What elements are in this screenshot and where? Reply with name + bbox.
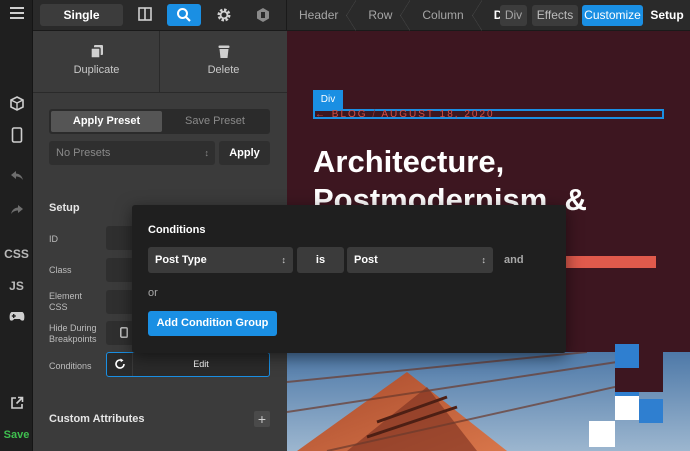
tab-effects[interactable]: Effects: [532, 5, 578, 26]
condition-value-select[interactable]: Post ↕: [347, 247, 493, 273]
search-icon[interactable]: [167, 4, 201, 26]
hide-breakpoints-label-line1: Hide During: [49, 323, 97, 333]
left-rail: CSS JS Save: [0, 0, 33, 451]
breadcrumb-row[interactable]: Row: [356, 0, 411, 31]
duplicate-icon: [89, 45, 103, 59]
updown-chevron-icon: ↕: [204, 148, 210, 158]
element-actions: Duplicate Delete: [33, 31, 287, 93]
tab-customize[interactable]: Customize: [582, 5, 643, 26]
js-button[interactable]: JS: [0, 279, 33, 293]
apply-button[interactable]: Apply: [219, 141, 270, 165]
setup-section-title: Setup: [49, 202, 80, 214]
decor-square: [589, 421, 615, 447]
post-title-line1: Architecture,: [313, 144, 505, 179]
breadcrumb-header[interactable]: Header: [287, 0, 357, 31]
id-label: ID: [49, 234, 58, 244]
duplicate-label: Duplicate: [73, 64, 120, 76]
back-arrow-icon: ←: [315, 109, 327, 120]
conditions-modal: Conditions Post Type ↕ is Post ↕ and or …: [132, 205, 566, 353]
conditions-label: Conditions: [49, 361, 92, 371]
decor-square: [639, 399, 663, 423]
refresh-icon[interactable]: [114, 358, 126, 370]
decor-square: [615, 396, 639, 420]
accent-bar: [566, 256, 656, 268]
breadcrumb: Header Row Column Div: [286, 0, 526, 31]
plus-icon: +: [257, 411, 267, 427]
element-css-label-line2: CSS: [49, 302, 68, 312]
element-css-label-line1: Element: [49, 291, 83, 301]
external-link-icon[interactable]: [0, 396, 33, 410]
undo-icon[interactable]: [0, 170, 33, 182]
save-preset-tab[interactable]: Save Preset: [162, 111, 268, 132]
apply-preset-tab[interactable]: Apply Preset: [51, 111, 162, 132]
tab-div[interactable]: Div: [500, 5, 527, 26]
and-button[interactable]: and: [504, 247, 524, 273]
mobile-device-icon[interactable]: [0, 127, 33, 143]
condition-operator-select[interactable]: is: [297, 247, 344, 273]
meta-separator: /: [372, 109, 378, 120]
duplicate-button[interactable]: Duplicate: [33, 31, 160, 93]
hide-breakpoints-label: Hide During Breakpoints: [49, 323, 97, 345]
decor-square: [639, 368, 663, 392]
breadcrumb-column[interactable]: Column: [410, 0, 483, 31]
decor-square: [615, 344, 639, 368]
layout-panel-icon[interactable]: [133, 4, 157, 26]
class-label: Class: [49, 265, 72, 275]
mobile-breakpoint-icon: [120, 327, 128, 338]
condition-field-value: Post Type: [155, 254, 207, 266]
post-date: AUGUST 18, 2020: [381, 109, 495, 120]
selected-element-tag[interactable]: Div: [313, 90, 343, 109]
top-bar: Single Header Row Column Div Div Effects…: [33, 0, 690, 31]
menu-icon[interactable]: [0, 7, 33, 19]
condition-value-value: Post: [354, 254, 378, 266]
redo-icon[interactable]: [0, 204, 33, 216]
updown-chevron-icon: ↕: [481, 255, 487, 265]
tab-setup[interactable]: Setup: [647, 5, 687, 26]
element-css-label: Element CSS: [49, 291, 82, 313]
gamepad-icon[interactable]: [0, 310, 33, 322]
conditions-edit-field[interactable]: Edit: [106, 352, 270, 377]
app-root: CSS JS Save Single Header Row Column Div: [0, 0, 690, 451]
elements-cube-icon[interactable]: [0, 96, 33, 112]
preset-mode-toggle: Apply Preset Save Preset: [49, 109, 270, 134]
delete-button[interactable]: Delete: [160, 31, 287, 93]
trash-icon: [218, 45, 229, 58]
decor-square: [615, 368, 639, 392]
plugin-badge-icon[interactable]: [251, 4, 275, 26]
save-button[interactable]: Save: [0, 429, 33, 441]
delete-label: Delete: [207, 64, 240, 76]
modal-title: Conditions: [148, 224, 206, 236]
presets-select-value: No Presets: [56, 147, 111, 159]
template-selector-button[interactable]: Single: [40, 4, 123, 26]
conditions-edit-button[interactable]: Edit: [132, 353, 269, 376]
add-attribute-button[interactable]: +: [254, 411, 270, 427]
css-button[interactable]: CSS: [0, 247, 33, 261]
post-category: BLOG: [331, 109, 368, 120]
hide-breakpoints-label-line2: Breakpoints: [49, 334, 97, 344]
custom-attributes-title: Custom Attributes: [49, 413, 145, 425]
gear-icon[interactable]: [212, 4, 236, 26]
updown-chevron-icon: ↕: [281, 255, 287, 265]
decor-square: [639, 344, 663, 368]
condition-operator-value: is: [315, 254, 326, 266]
add-condition-group-button[interactable]: Add Condition Group: [148, 311, 277, 336]
condition-field-select[interactable]: Post Type ↕: [148, 247, 293, 273]
post-meta: ← BLOG / AUGUST 18, 2020: [315, 109, 495, 120]
presets-select[interactable]: No Presets ↕: [49, 141, 215, 165]
or-label: or: [148, 287, 158, 299]
